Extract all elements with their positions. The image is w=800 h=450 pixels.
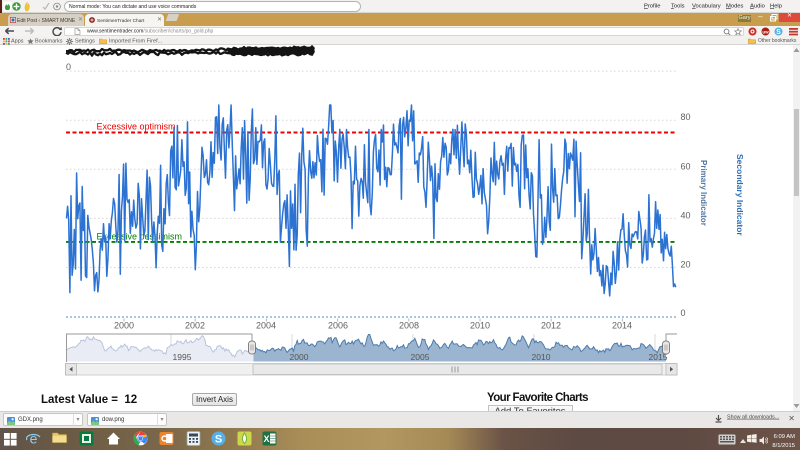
svg-text:S: S (215, 434, 222, 446)
svg-text:2004: 2004 (256, 321, 276, 331)
svg-text:0: 0 (66, 62, 71, 72)
svg-text:60: 60 (681, 161, 691, 171)
svg-text:2002: 2002 (185, 321, 205, 331)
svg-text:2012: 2012 (541, 321, 561, 331)
svg-text:1995: 1995 (173, 352, 192, 362)
svg-text:Primary Indicator: Primary Indicator (699, 160, 708, 226)
svg-text:Secondary Indicator: Secondary Indicator (735, 154, 745, 236)
svg-text:2006: 2006 (328, 321, 348, 331)
svg-text:40: 40 (681, 210, 691, 220)
svg-text:Excessive optimism: Excessive optimism (97, 122, 176, 132)
svg-text:X: X (263, 434, 269, 444)
svg-text:2010: 2010 (532, 352, 551, 362)
svg-text:2000: 2000 (114, 321, 134, 331)
svg-text:0: 0 (681, 308, 686, 318)
svg-text:2000: 2000 (290, 352, 309, 362)
svg-text:2008: 2008 (399, 321, 419, 331)
svg-text:2010: 2010 (470, 321, 490, 331)
svg-text:S: S (776, 29, 781, 36)
svg-text:e: e (30, 431, 38, 446)
svg-text:2014: 2014 (612, 321, 632, 331)
svg-text:20: 20 (681, 260, 691, 270)
svg-text:2005: 2005 (411, 352, 430, 362)
svg-text:uw: uw (762, 29, 769, 34)
svg-text:80: 80 (681, 112, 691, 122)
